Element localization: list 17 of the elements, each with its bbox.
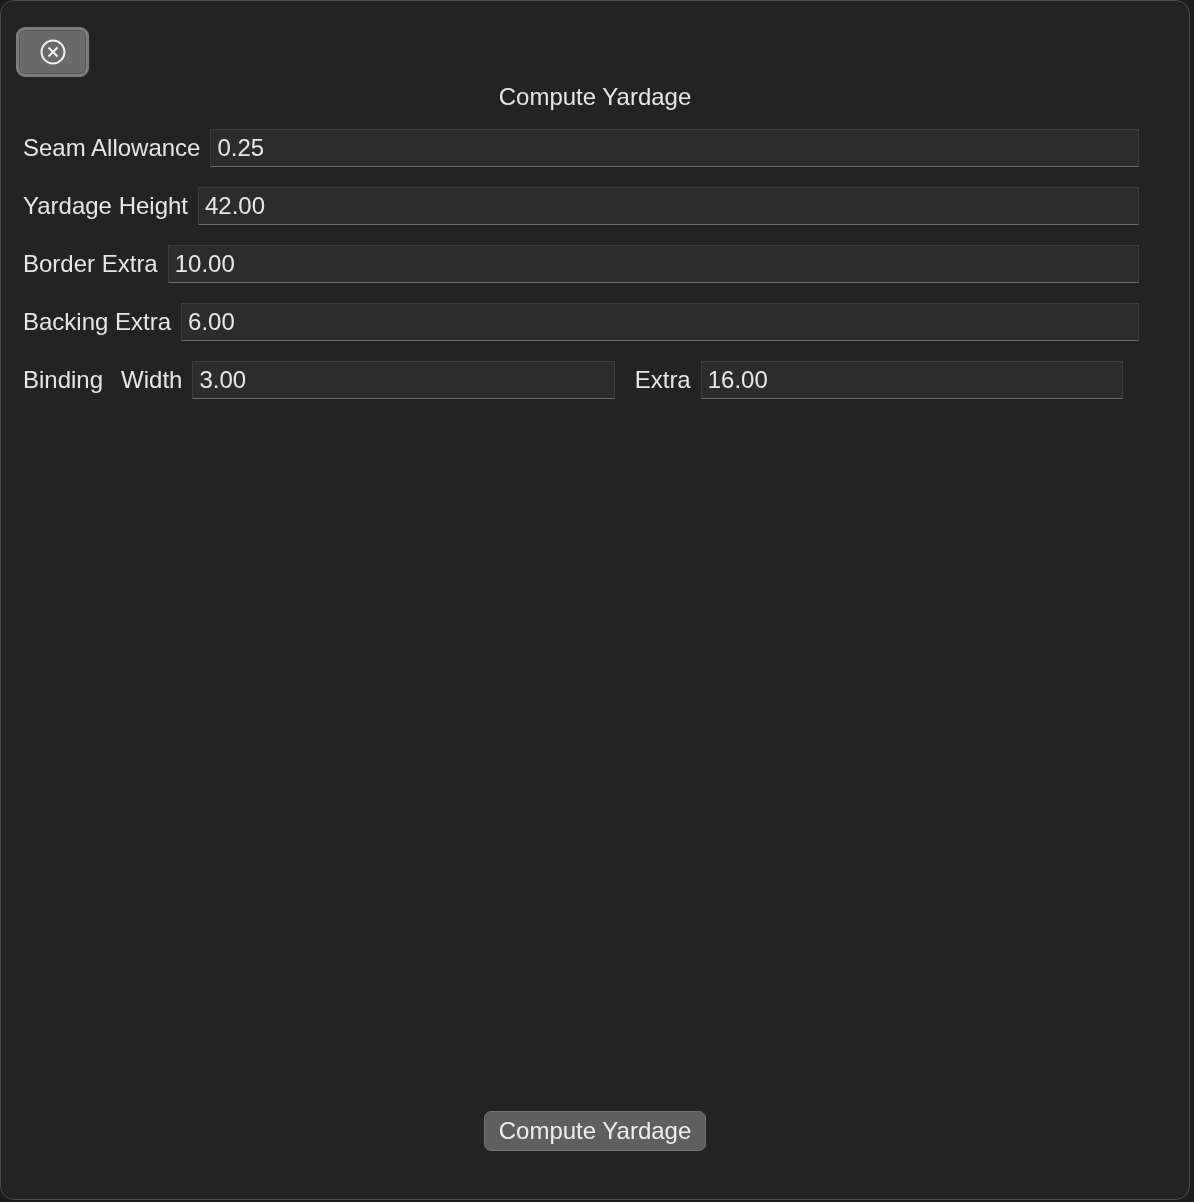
field-label: Extra [634, 366, 691, 394]
input-field[interactable]: 42.00 [198, 187, 1139, 225]
field-label: Binding [23, 366, 104, 394]
input-field[interactable]: 16.00 [700, 361, 1123, 399]
field-label: Width [121, 366, 183, 394]
field-label: Seam Allowance [23, 134, 201, 162]
input-field[interactable]: 6.00 [181, 303, 1139, 341]
window-title: Compute Yardage [498, 83, 692, 111]
field-label: Backing Extra [23, 308, 172, 336]
input-field[interactable]: 10.00 [167, 245, 1139, 283]
input-field[interactable]: 0.25 [210, 129, 1139, 167]
close-button[interactable] [16, 27, 89, 77]
compute-button[interactable]: Compute Yardage [483, 1111, 707, 1151]
field-label: Yardage Height [23, 192, 188, 220]
close-icon [38, 38, 67, 66]
input-field[interactable]: 3.00 [192, 361, 615, 399]
field-label: Border Extra [23, 250, 158, 278]
